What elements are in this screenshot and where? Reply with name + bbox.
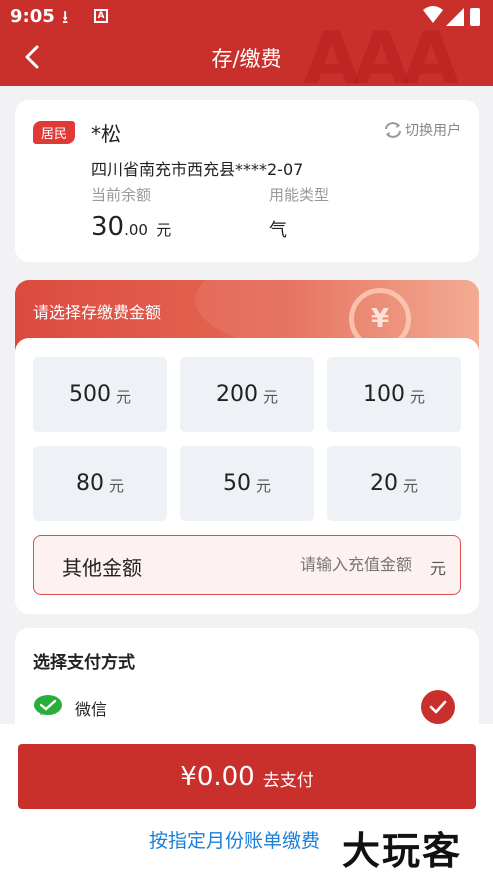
download-icon: ⭳: [62, 7, 69, 28]
payment-method-title: 选择支付方式: [33, 653, 135, 673]
other-amount-input[interactable]: [262, 555, 412, 574]
user-name: *松: [91, 122, 121, 146]
balance-unit: 元: [156, 221, 172, 239]
signal-icon: [446, 8, 464, 26]
wechat-icon: [34, 695, 62, 715]
balance-value: 30.00 元: [91, 212, 171, 242]
amount-option-100[interactable]: 100 元: [327, 357, 461, 432]
checkmark-icon: [429, 700, 447, 714]
status-time: 9:05: [10, 6, 55, 27]
amount-unit: 元: [255, 477, 271, 495]
monthly-bill-link[interactable]: 按指定月份账单缴费: [149, 826, 320, 853]
amount-unit: 元: [262, 388, 278, 406]
amount-option-50[interactable]: 50 元: [180, 446, 314, 521]
amount-option-20[interactable]: 20 元: [327, 446, 461, 521]
amount-value: 80: [75, 471, 104, 496]
wechat-pay-radio[interactable]: [421, 690, 455, 724]
pay-amount: ¥0.00: [180, 761, 255, 792]
pay-button-label: 去支付: [262, 771, 314, 791]
amount-value: 200: [215, 382, 258, 407]
amount-option-200[interactable]: 200 元: [180, 357, 314, 432]
refresh-icon: [385, 122, 401, 138]
status-bar: 9:05 ⭳ A: [0, 0, 493, 32]
amount-value: 50: [222, 471, 251, 496]
page-title: 存/缴费: [211, 47, 282, 71]
amount-unit: 元: [108, 477, 124, 495]
other-amount-unit: 元: [429, 559, 446, 578]
bottom-bar: ¥0.00 去支付 按指定月份账单缴费 大玩客: [0, 724, 493, 876]
amount-option-80[interactable]: 80 元: [33, 446, 167, 521]
battery-icon: [470, 8, 480, 26]
balance-label: 当前余额: [91, 186, 152, 204]
amount-unit: 元: [115, 388, 131, 406]
amount-section-title: 请选择存缴费金额: [33, 303, 162, 322]
user-address: 四川省南充市西充县****2-07: [91, 160, 304, 179]
app-notification-icon: A: [94, 9, 108, 23]
switch-user-label: 切换用户: [405, 123, 461, 139]
energy-type-label: 用能类型: [269, 186, 330, 204]
user-type-badge: 居民: [33, 121, 76, 144]
wifi-icon: [423, 6, 443, 23]
watermark: 大玩客: [342, 829, 463, 873]
amount-options-card: 500元 200元 100元 80元 50元 20元 其他金额 元: [15, 338, 479, 614]
amount-unit: 元: [402, 477, 418, 495]
pay-button[interactable]: ¥0.00 去支付: [18, 744, 476, 809]
balance-decimal: .00: [124, 221, 148, 239]
balance-integer: 30: [91, 212, 125, 242]
amount-value: 100: [362, 382, 405, 407]
energy-type-value: 气: [269, 220, 287, 241]
header: AAA 9:05 ⭳ A 存/缴费: [0, 0, 493, 86]
amount-option-500[interactable]: 500 元: [33, 357, 167, 432]
other-amount-label: 其他金额: [62, 556, 142, 580]
user-card: 居民 *松 切换用户 四川省南充市西充县****2-07 当前余额 用能类型 3…: [15, 100, 479, 262]
wechat-pay-label: 微信: [75, 700, 108, 719]
amount-value: 500: [68, 382, 111, 407]
switch-user-button[interactable]: 切换用户: [383, 120, 461, 140]
amount-value: 20: [369, 471, 398, 496]
other-amount-field[interactable]: 其他金额 元: [33, 535, 461, 595]
amount-unit: 元: [409, 388, 425, 406]
